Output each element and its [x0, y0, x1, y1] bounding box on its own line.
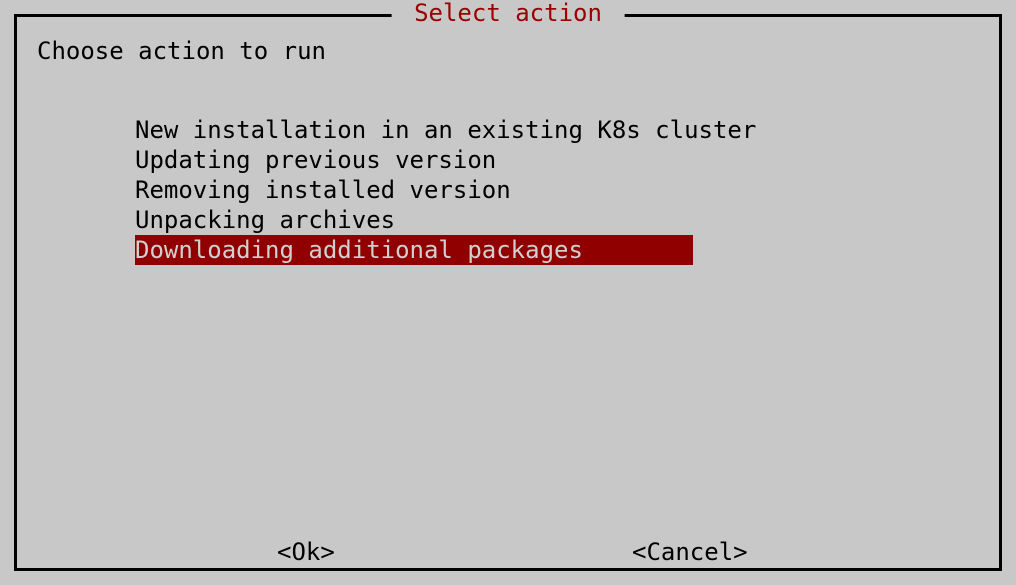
dialog-title: Select action	[392, 0, 625, 27]
option-item-selected[interactable]: Downloading additional packages	[135, 235, 693, 265]
option-item[interactable]: Removing installed version	[135, 175, 511, 205]
option-item[interactable]: Updating previous version	[135, 145, 496, 175]
option-item[interactable]: Unpacking archives	[135, 205, 395, 235]
dialog-prompt: Choose action to run	[37, 37, 326, 65]
cancel-button[interactable]: <Cancel>	[632, 538, 748, 566]
option-item[interactable]: New installation in an existing K8s clus…	[135, 115, 756, 145]
options-list: New installation in an existing K8s clus…	[135, 115, 756, 265]
ok-button[interactable]: <Ok>	[277, 538, 335, 566]
dialog-box: Select action Choose action to run New i…	[14, 14, 1002, 571]
